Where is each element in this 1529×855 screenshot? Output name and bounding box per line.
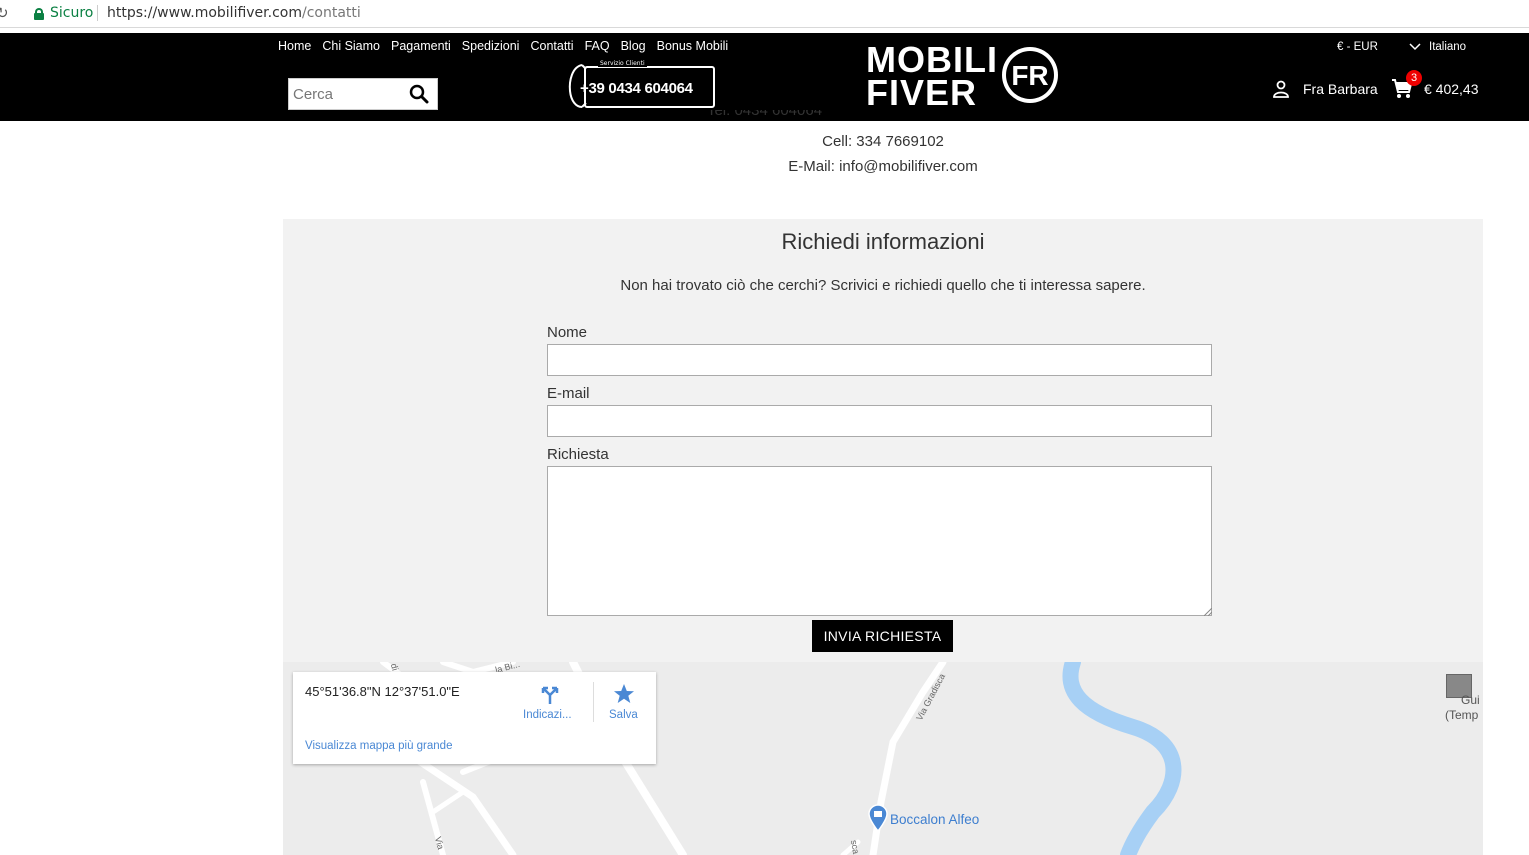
embedded-map[interactable]: Via Gradisca Via la Bi... di sca 45°51'3… bbox=[283, 662, 1483, 855]
email-field[interactable] bbox=[547, 405, 1212, 437]
name-field[interactable] bbox=[547, 344, 1212, 376]
card-separator bbox=[593, 682, 594, 722]
nav-home[interactable]: Home bbox=[278, 39, 311, 53]
logo-mark-text: FR bbox=[1011, 60, 1048, 91]
user-icon[interactable] bbox=[1272, 80, 1290, 98]
nav-faq[interactable]: FAQ bbox=[585, 39, 610, 53]
language-selector[interactable]: Italiano bbox=[1429, 41, 1466, 53]
name-label: Nome bbox=[547, 324, 588, 341]
place-label-boccalon[interactable]: Boccalon Alfeo bbox=[890, 812, 979, 827]
lock-icon bbox=[34, 7, 44, 20]
account-name[interactable]: Fra Barbara bbox=[1303, 81, 1378, 97]
search-input[interactable] bbox=[289, 79, 401, 109]
form-subtitle: Non hai trovato ciò che cerchi? Scrivici… bbox=[620, 277, 1146, 294]
logo-line-2: FIVER bbox=[866, 72, 978, 113]
email-label: E-mail bbox=[547, 385, 590, 402]
submit-request-button[interactable]: INVIA RICHIESTA bbox=[812, 620, 953, 652]
resize-grip-icon[interactable] bbox=[1204, 608, 1212, 616]
secure-indicator[interactable]: Sicuro bbox=[34, 5, 93, 21]
directions-label[interactable]: Indicazi... bbox=[523, 709, 572, 721]
contact-cell: Cell: 334 7669102 bbox=[822, 133, 944, 150]
place2-line-2: (Temp bbox=[1445, 708, 1479, 722]
request-info-panel: Richiedi informazioni Non hai trovato ci… bbox=[283, 219, 1483, 662]
road-label-sca: sca bbox=[848, 839, 862, 855]
place-label-partial[interactable]: Gui (Temp bbox=[1445, 693, 1480, 723]
map-pin-icon[interactable] bbox=[868, 804, 888, 832]
cart-count-badge: 3 bbox=[1406, 70, 1422, 86]
nav-pagamenti[interactable]: Pagamenti bbox=[391, 39, 451, 53]
chevron-down-icon[interactable] bbox=[1409, 43, 1421, 51]
nav-contatti[interactable]: Contatti bbox=[530, 39, 573, 53]
request-label: Richiesta bbox=[547, 446, 609, 463]
address-separator bbox=[97, 5, 98, 21]
place2-line-1: Gui bbox=[1461, 693, 1480, 707]
cart-total[interactable]: € 402,43 bbox=[1424, 81, 1479, 97]
map-info-card: 45°51'36.8"N 12°37'51.0"E Indicazi... Sa… bbox=[293, 672, 656, 764]
phone-caption: Servizio Clienti bbox=[598, 60, 647, 67]
view-larger-map-link[interactable]: Visualizza mappa più grande bbox=[305, 740, 452, 752]
nav-blog[interactable]: Blog bbox=[621, 39, 646, 53]
reload-icon[interactable]: ↻ bbox=[0, 4, 9, 22]
request-textarea[interactable] bbox=[547, 466, 1212, 616]
nav-bonus-mobili[interactable]: Bonus Mobili bbox=[657, 39, 729, 53]
currency-selector[interactable]: € - EUR bbox=[1337, 41, 1378, 53]
search-box bbox=[288, 78, 438, 110]
top-navigation: Home Chi Siamo Pagamenti Spedizioni Cont… bbox=[278, 39, 728, 53]
logo-fr-icon[interactable]: FR bbox=[1000, 45, 1060, 105]
url-host: https://www.mobilifiver.com bbox=[107, 5, 302, 21]
url-path: /contatti bbox=[302, 5, 361, 21]
contact-email: E-Mail: info@mobilifiver.com bbox=[788, 158, 978, 175]
customer-service-phone[interactable]: Servizio Clienti +39 0434 604064 bbox=[568, 60, 715, 109]
star-icon[interactable] bbox=[613, 683, 635, 705]
phone-number: +39 0434 604064 bbox=[580, 80, 693, 97]
river-shape bbox=[1062, 662, 1182, 855]
contact-phone-cut: Tel: 0434 604064 bbox=[0, 110, 1529, 118]
secure-label: Sicuro bbox=[50, 5, 94, 21]
map-coordinates: 45°51'36.8"N 12°37'51.0"E bbox=[305, 684, 460, 699]
nav-spedizioni[interactable]: Spedizioni bbox=[462, 39, 520, 53]
site-logo[interactable]: MOBILI FIVER bbox=[866, 42, 998, 113]
save-label[interactable]: Salva bbox=[609, 709, 638, 721]
search-icon[interactable] bbox=[409, 84, 429, 104]
directions-icon[interactable] bbox=[539, 683, 561, 705]
browser-address-bar: ↻ Sicuro https://www.mobilifiver.com/con… bbox=[0, 0, 1529, 28]
url-field[interactable]: https://www.mobilifiver.com/contatti bbox=[107, 5, 361, 21]
nav-chi-siamo[interactable]: Chi Siamo bbox=[322, 39, 380, 53]
site-header: Home Chi Siamo Pagamenti Spedizioni Cont… bbox=[0, 33, 1529, 121]
form-title: Richiedi informazioni bbox=[781, 229, 985, 254]
